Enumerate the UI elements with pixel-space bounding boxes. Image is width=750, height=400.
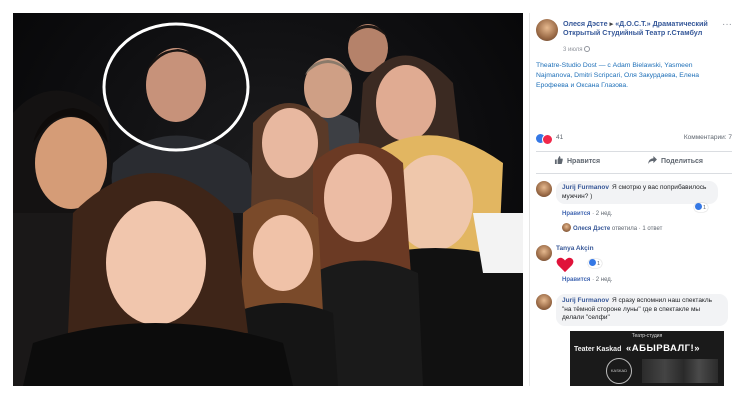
share-icon [648, 156, 657, 164]
comment-like-link[interactable]: Нравится [562, 211, 590, 217]
divider [536, 173, 732, 174]
reply-summary[interactable]: Олеся Дэсте ответила · 1 ответ [562, 223, 662, 232]
share-button[interactable]: Поделиться [648, 155, 703, 169]
post-author-line: Олеся Дэсте ▸ «Д.О.С.Т.» Драматический О… [563, 19, 713, 37]
screenshot-frame: Олеся Дэсте ▸ «Д.О.С.Т.» Драматический О… [13, 13, 738, 389]
post-actions: Нравится Поделиться [536, 155, 732, 169]
comments-count-link[interactable]: Комментарии: 7 [684, 134, 732, 141]
comment-image-poster[interactable]: Театр-студия Teater Kaskad «АБЫРВАЛГ!» K… [570, 331, 724, 386]
love-reaction-icon [542, 134, 553, 145]
comment-item: Jurij Furmanov Я смотрю у вас поприбавило… [536, 181, 732, 241]
reply-author[interactable]: Олеся Дэсте [573, 226, 610, 232]
like-badge-icon [695, 203, 702, 210]
reply-text[interactable]: ответила · 1 ответ [612, 226, 662, 232]
comment-like-count: 1 [597, 261, 601, 267]
thumbs-up-icon [554, 156, 563, 164]
reaction-count[interactable]: 41 [556, 134, 563, 141]
commenter-name[interactable]: Jurij Furmanov [562, 297, 609, 304]
like-badge-icon [589, 259, 596, 266]
comment-like-count: 1 [703, 205, 707, 211]
facebook-post-panel: Олеся Дэсте ▸ «Д.О.С.Т.» Драматический О… [529, 13, 738, 386]
heart-icon [556, 257, 574, 273]
globe-icon [584, 46, 591, 52]
commenter-name[interactable]: Tanya Akçin [556, 245, 594, 252]
post-timestamp[interactable]: 3 июля [563, 46, 591, 53]
post-header: Олеся Дэсте ▸ «Д.О.С.Т.» Драматический О… [536, 17, 732, 53]
poster-subtitle: Театр-студия [631, 333, 663, 339]
commenter-avatar[interactable] [536, 245, 552, 261]
comment-time[interactable]: 2 нед. [596, 211, 613, 217]
author-avatar[interactable] [536, 19, 558, 41]
comment-item: Tanya Akçin 1 Нравится · 2 нед. [536, 245, 732, 285]
like-label: Нравится [567, 158, 601, 165]
comment-like-badge[interactable]: 1 [694, 203, 708, 212]
comment-meta: Нравится · 2 нед. [562, 277, 613, 283]
commenter-avatar[interactable] [536, 294, 552, 310]
commenter-name[interactable]: Jurij Furmanov [562, 184, 609, 191]
more-options-icon[interactable]: ··· [722, 19, 732, 30]
timestamp-text[interactable]: 3 июля [563, 47, 582, 53]
comment-meta: Нравится · 2 нед. [562, 211, 613, 217]
share-label: Поделиться [661, 158, 704, 165]
poster-title: «АБЫРВАЛГ!» [626, 343, 700, 354]
reply-avatar [562, 223, 571, 232]
poster-photo [642, 359, 718, 383]
post-text: Theatre-Studio Dost — с Adam Bielawski, … [536, 62, 700, 89]
comment-bubble: Jurij Furmanov Я сразу вспомнил наш спект… [556, 294, 728, 326]
comment-item: Jurij Furmanov Я сразу вспомнил наш спект… [536, 294, 732, 330]
poster-theater-name: Teater Kaskad [574, 346, 622, 353]
poster-logo: KASKAD [606, 358, 632, 384]
group-selfie-photo[interactable] [13, 13, 523, 386]
like-button[interactable]: Нравится [554, 155, 600, 169]
author-name-link[interactable]: Олеся Дэсте [563, 19, 608, 28]
arrow-icon: ▸ [609, 19, 614, 28]
comment-bubble: Jurij Furmanov Я смотрю у вас поприбавило… [556, 181, 718, 204]
comment-like-link[interactable]: Нравится [562, 277, 590, 283]
reactions-bar[interactable]: 41 Комментарии: 7 [536, 133, 732, 145]
divider [536, 151, 732, 152]
comment-time[interactable]: 2 нед. [596, 277, 613, 283]
selfie-illustration [13, 22, 523, 386]
comment-like-badge[interactable]: 1 [588, 259, 602, 268]
commenter-avatar[interactable] [536, 181, 552, 197]
